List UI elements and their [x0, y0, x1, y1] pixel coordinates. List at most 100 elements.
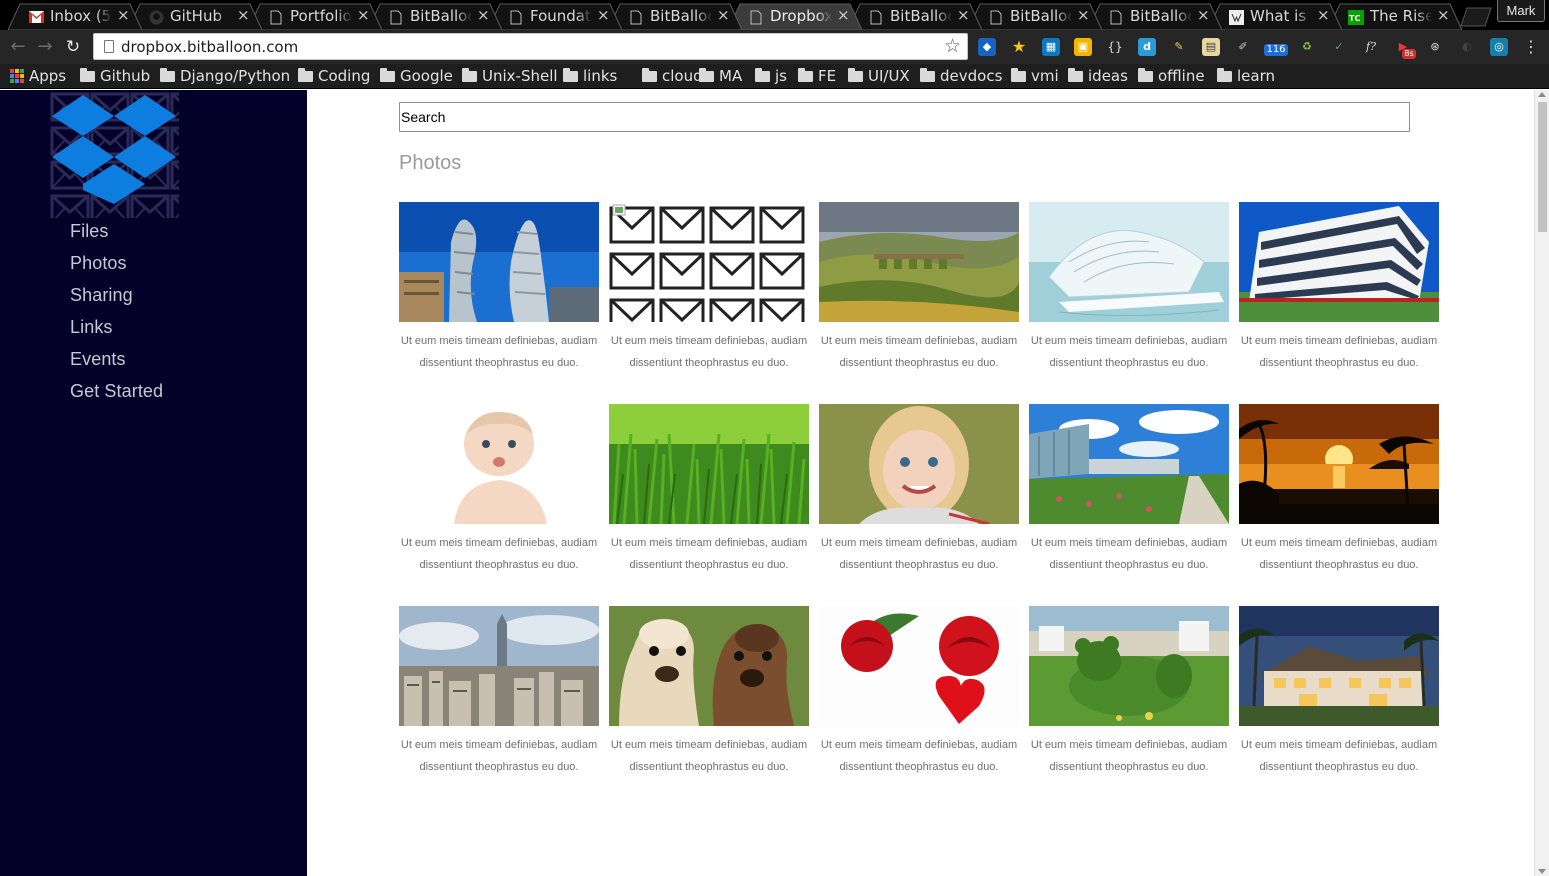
close-tab-icon[interactable]: ×: [477, 6, 490, 24]
browser-tab[interactable]: Dropbox ×: [728, 3, 862, 30]
bookmark-item[interactable]: ideas: [1068, 66, 1128, 86]
bookmark-item[interactable]: Google: [380, 66, 453, 86]
browser-tab[interactable]: Inbox (5 ×: [8, 3, 142, 30]
bookmark-item[interactable]: vmi: [1011, 66, 1059, 86]
reload-button[interactable]: ↻: [64, 38, 82, 56]
browser-tab[interactable]: BitBalloo ×: [1088, 3, 1222, 30]
photo-thumbnail[interactable]: [399, 606, 599, 726]
photo-thumbnail[interactable]: [609, 606, 809, 726]
dropbox-logo[interactable]: [50, 91, 179, 218]
photo-card[interactable]: Ut eum meis timeam definiebas, audiam dis…: [819, 202, 1019, 382]
close-tab-icon[interactable]: ×: [957, 6, 970, 24]
browser-tab[interactable]: TC The Rise ×: [1328, 3, 1462, 30]
photo-card[interactable]: Ut eum meis timeam definiebas, audiam dis…: [1239, 404, 1439, 584]
photo-thumbnail[interactable]: [819, 606, 1019, 726]
address-bar[interactable]: dropbox.bitballoon.com ☆: [93, 33, 968, 60]
notes-icon[interactable]: ▤: [1202, 38, 1220, 56]
bookmark-item[interactable]: cloud: [642, 66, 703, 86]
sidebar-item-photos[interactable]: Photos: [70, 253, 163, 285]
photo-card[interactable]: Ut eum meis timeam definiebas, audiam dis…: [399, 202, 599, 382]
scroll-down-icon[interactable]: [1538, 869, 1546, 874]
json-viewer-icon[interactable]: {}: [1106, 38, 1124, 56]
photo-card[interactable]: Ut eum meis timeam definiebas, audiam dis…: [609, 202, 809, 382]
bookmark-item[interactable]: Apps: [10, 66, 66, 86]
profile-button[interactable]: Mark: [1497, 0, 1545, 22]
photo-card[interactable]: Ut eum meis timeam definiebas, audiam dis…: [609, 606, 809, 786]
extension-icon-4[interactable]: ▣: [1074, 38, 1092, 56]
bookmark-item[interactable]: Github: [80, 66, 150, 86]
photo-card[interactable]: Ut eum meis timeam definiebas, audiam dis…: [609, 404, 809, 584]
bookmark-item[interactable]: MA: [699, 66, 742, 86]
photo-thumbnail[interactable]: [609, 404, 809, 524]
photo-thumbnail[interactable]: [819, 202, 1019, 322]
photo-card[interactable]: Ut eum meis timeam definiebas, audiam dis…: [819, 606, 1019, 786]
browser-tab[interactable]: BitBalloo ×: [368, 3, 502, 30]
close-tab-icon[interactable]: ×: [1197, 6, 1210, 24]
photo-card[interactable]: Ut eum meis timeam definiebas, audiam dis…: [399, 606, 599, 786]
photo-card[interactable]: Ut eum meis timeam definiebas, audiam dis…: [1029, 404, 1229, 584]
bookmark-item[interactable]: UI/UX: [848, 66, 910, 86]
recycle-icon[interactable]: ♻: [1298, 38, 1316, 56]
close-tab-icon[interactable]: ×: [1077, 6, 1090, 24]
photo-card[interactable]: Ut eum meis timeam definiebas, audiam dis…: [1029, 606, 1229, 786]
scroll-up-icon[interactable]: [1538, 92, 1546, 97]
close-tab-icon[interactable]: ×: [357, 6, 370, 24]
address-url[interactable]: dropbox.bitballoon.com: [121, 38, 298, 56]
close-tab-icon[interactable]: ×: [117, 6, 130, 24]
photo-thumbnail[interactable]: [1239, 404, 1439, 524]
sidebar-item-sharing[interactable]: Sharing: [70, 285, 163, 317]
browser-tab[interactable]: BitBalloo ×: [968, 3, 1102, 30]
bookmark-item[interactable]: Unix-Shell: [462, 66, 558, 86]
photo-thumbnail[interactable]: [399, 202, 599, 322]
forward-button[interactable]: →: [36, 38, 54, 56]
close-tab-icon[interactable]: ×: [597, 6, 610, 24]
bookmark-item[interactable]: offline: [1138, 66, 1205, 86]
bookmark-item[interactable]: js: [755, 66, 787, 86]
eyedropper-icon[interactable]: ✐: [1234, 38, 1252, 56]
close-tab-icon[interactable]: ×: [237, 6, 250, 24]
sidebar-item-links[interactable]: Links: [70, 317, 163, 349]
scrollbar-thumb[interactable]: [1538, 102, 1547, 232]
bookmark-item[interactable]: Django/Python: [160, 66, 290, 86]
photo-card[interactable]: Ut eum meis timeam definiebas, audiam dis…: [1239, 202, 1439, 382]
browser-tab[interactable]: Portfolio ×: [248, 3, 382, 30]
photo-card[interactable]: Ut eum meis timeam definiebas, audiam dis…: [1029, 202, 1229, 382]
bookmark-item[interactable]: links: [563, 66, 617, 86]
sidebar-item-events[interactable]: Events: [70, 349, 163, 381]
browser-tab[interactable]: What is a ×: [1208, 3, 1342, 30]
photo-thumbnail[interactable]: [609, 202, 809, 322]
bookmark-item[interactable]: learn: [1217, 66, 1275, 86]
pencil-icon[interactable]: ✎: [1170, 38, 1188, 56]
close-tab-icon[interactable]: ×: [837, 6, 850, 24]
photo-thumbnail[interactable]: [399, 404, 599, 524]
close-tab-icon[interactable]: ×: [1317, 6, 1330, 24]
page-scrollbar[interactable]: [1534, 90, 1549, 876]
photo-thumbnail[interactable]: [819, 404, 1019, 524]
sidebar-item-get-started[interactable]: Get Started: [70, 381, 163, 413]
search-input[interactable]: [399, 102, 1410, 132]
formula-icon[interactable]: f?: [1362, 38, 1380, 56]
extension-badge[interactable]: 116: [1264, 44, 1288, 56]
browser-tab[interactable]: Foundati ×: [488, 3, 622, 30]
devdocs-icon[interactable]: d: [1138, 38, 1156, 56]
photo-card[interactable]: Ut eum meis timeam definiebas, audiam dis…: [399, 404, 599, 584]
photo-card[interactable]: Ut eum meis timeam definiebas, audiam dis…: [1239, 606, 1439, 786]
back-button[interactable]: ←: [9, 38, 27, 56]
browser-tab[interactable]: BitBalloo ×: [608, 3, 742, 30]
extension-star-icon[interactable]: ★: [1010, 38, 1028, 56]
menu-icon[interactable]: ⋮: [1522, 38, 1540, 56]
browser-tab[interactable]: BitBalloo ×: [848, 3, 982, 30]
extension-icon-1[interactable]: ◆: [978, 38, 996, 56]
bookmark-item[interactable]: Coding: [298, 66, 370, 86]
photo-card[interactable]: Ut eum meis timeam definiebas, audiam dis…: [819, 404, 1019, 584]
photo-thumbnail[interactable]: [1029, 606, 1229, 726]
checkmark-icon[interactable]: ✓: [1330, 38, 1348, 56]
bookmark-item[interactable]: devdocs: [920, 66, 1002, 86]
shield-icon[interactable]: ◐: [1458, 38, 1476, 56]
new-tab-button[interactable]: [1457, 7, 1493, 27]
photo-thumbnail[interactable]: [1029, 202, 1229, 322]
photo-thumbnail[interactable]: [1239, 202, 1439, 322]
trello-icon[interactable]: ▦: [1042, 38, 1060, 56]
sidebar-item-files[interactable]: Files: [70, 221, 163, 253]
bookmark-item[interactable]: FE: [798, 66, 836, 86]
